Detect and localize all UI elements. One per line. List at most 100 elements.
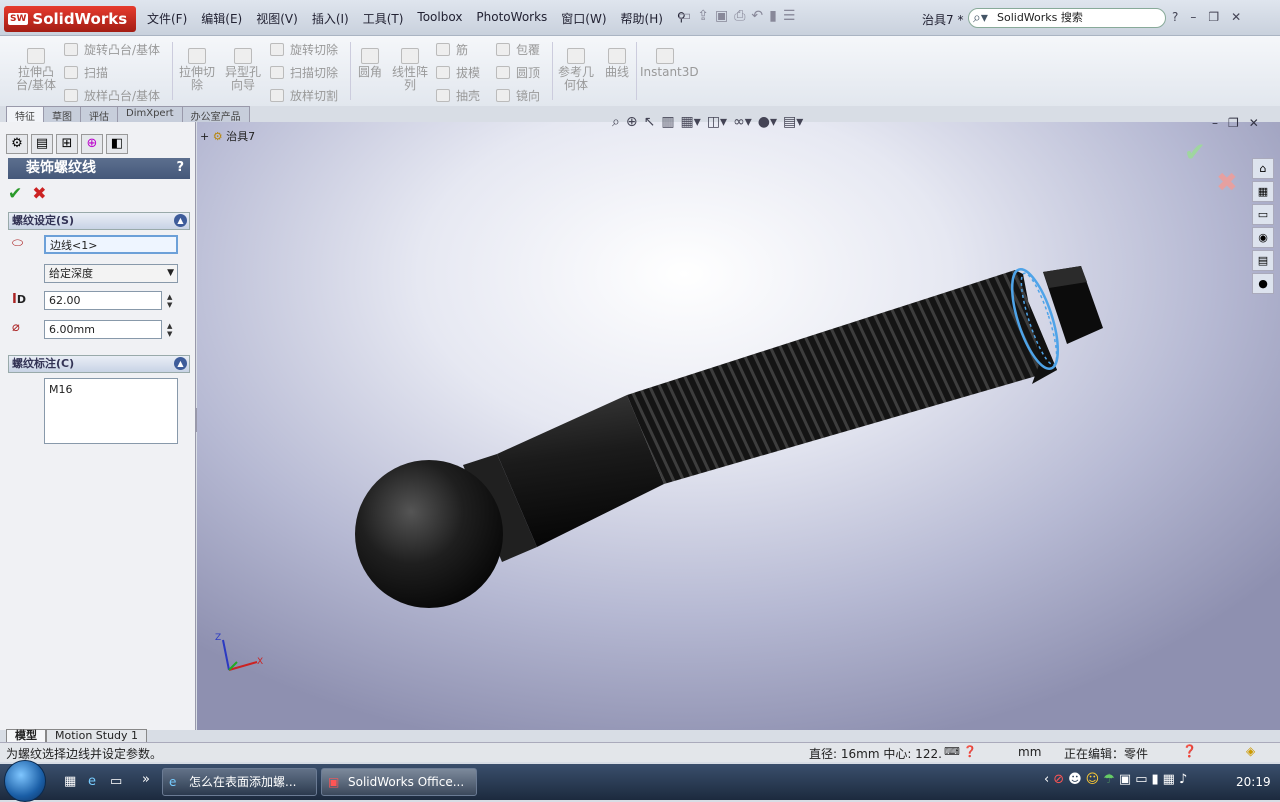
cancel-button[interactable]: ✖ bbox=[32, 184, 46, 204]
thread-settings-header[interactable]: 螺纹设定(S) ▲ bbox=[8, 212, 190, 230]
close-button[interactable]: ✕ bbox=[1231, 10, 1241, 24]
rib-button[interactable]: 筋 bbox=[436, 41, 468, 58]
dome-button[interactable]: 圆顶 bbox=[496, 64, 540, 81]
tray-qq-icon[interactable]: ☺ bbox=[1086, 772, 1100, 787]
save-icon[interactable]: ▣ bbox=[715, 8, 728, 24]
reference-geometry-button[interactable]: 参考几 何体 bbox=[556, 48, 596, 92]
status-tag-icon[interactable]: ◈ bbox=[1246, 744, 1255, 758]
restore-button[interactable]: ❐ bbox=[1208, 10, 1219, 24]
tray-network-icon[interactable]: ▣ bbox=[1119, 772, 1131, 787]
depth-spinner[interactable]: ▲ ▼ bbox=[167, 293, 172, 309]
draft-button[interactable]: 拔模 bbox=[436, 64, 480, 81]
revolve-cut-icon bbox=[270, 43, 284, 56]
logo-text: SolidWorks bbox=[32, 10, 128, 28]
curves-icon bbox=[608, 48, 626, 64]
quick-launch-show-desktop-icon[interactable]: ▦ bbox=[64, 774, 76, 789]
loft-boss-button[interactable]: 放样凸台/基体 bbox=[64, 87, 160, 104]
part-body[interactable] bbox=[355, 266, 1103, 608]
property-manager-tab-icon[interactable]: ▤ bbox=[31, 134, 53, 154]
edge-selection-box[interactable]: 边线<1> bbox=[44, 235, 178, 254]
sweep-button[interactable]: 扫描 bbox=[64, 64, 108, 81]
menu-help[interactable]: 帮助(H) bbox=[614, 10, 670, 27]
minimize-button[interactable]: – bbox=[1190, 10, 1196, 24]
chevron-down-icon[interactable]: ▼ bbox=[167, 265, 174, 282]
dimxpert-manager-tab-icon[interactable]: ⊕ bbox=[81, 134, 103, 154]
menu-edit[interactable]: 编辑(E) bbox=[194, 10, 249, 27]
sweep-cut-button[interactable]: 扫描切除 bbox=[270, 64, 338, 81]
tab-sketch[interactable]: 草图 bbox=[43, 106, 81, 123]
solidworks-logo[interactable]: SW SolidWorks bbox=[4, 6, 136, 32]
shell-button[interactable]: 抽壳 bbox=[436, 87, 480, 104]
extrude-boss-button[interactable]: 拉伸凸 台/基体 bbox=[14, 48, 58, 92]
options-icon[interactable]: ☰ bbox=[783, 8, 796, 24]
wrap-button[interactable]: 包覆 bbox=[496, 41, 540, 58]
feature-title: 装饰螺纹线 bbox=[26, 160, 96, 176]
print-icon[interactable]: ⎙ bbox=[734, 8, 745, 24]
menu-view[interactable]: 视图(V) bbox=[249, 10, 305, 27]
tray-battery-icon[interactable]: ▮ bbox=[1151, 772, 1158, 787]
quick-launch-more-icon[interactable]: » bbox=[142, 772, 150, 787]
rebuild-icon[interactable]: ▮ bbox=[769, 8, 777, 24]
depth-input[interactable]: 62.00 bbox=[44, 291, 162, 310]
undo-icon[interactable]: ↶ bbox=[751, 8, 763, 24]
tray-expand-icon[interactable]: ‹ bbox=[1044, 772, 1049, 787]
revolve-boss-button[interactable]: 旋转凸台/基体 bbox=[64, 41, 160, 58]
thread-callout-header[interactable]: 螺纹标注(C) ▲ bbox=[8, 355, 190, 373]
taskbar-item-solidworks[interactable]: ▣ SolidWorks Office... bbox=[321, 768, 477, 796]
ok-button[interactable]: ✔ bbox=[8, 184, 22, 204]
menu-photoworks[interactable]: PhotoWorks bbox=[469, 10, 554, 27]
start-button[interactable] bbox=[4, 760, 46, 802]
diameter-spinner[interactable]: ▲ ▼ bbox=[167, 322, 172, 338]
quick-launch-media-icon[interactable]: ▭ bbox=[110, 774, 122, 789]
collapse-icon[interactable]: ▲ bbox=[174, 357, 187, 370]
end-condition-select[interactable]: 给定深度 ▼ bbox=[44, 264, 178, 283]
diameter-input[interactable]: 6.00mm bbox=[44, 320, 162, 339]
hole-wizard-button[interactable]: 异型孔 向导 bbox=[222, 48, 264, 92]
revolve-cut-button[interactable]: 旋转切除 bbox=[270, 41, 338, 58]
thread-callout-textarea[interactable]: M16 bbox=[44, 378, 178, 444]
loft-cut-button[interactable]: 放样切割 bbox=[270, 87, 338, 104]
tray-monitor-icon[interactable]: ▭ bbox=[1135, 772, 1147, 787]
tray-volume-icon[interactable]: ♪ bbox=[1179, 772, 1187, 787]
display-manager-tab-icon[interactable]: ◧ bbox=[106, 134, 128, 154]
tab-motion-study[interactable]: Motion Study 1 bbox=[46, 729, 148, 743]
tray-display-icon[interactable]: ▦ bbox=[1163, 772, 1175, 787]
tab-model[interactable]: 模型 bbox=[6, 729, 46, 743]
tab-dimxpert[interactable]: DimXpert bbox=[117, 106, 183, 122]
reference-geometry-icon bbox=[567, 48, 585, 64]
taskbar-item-browser[interactable]: e 怎么在表面添加螺... bbox=[162, 768, 317, 796]
curves-button[interactable]: 曲线 bbox=[600, 48, 634, 79]
feature-manager-tab-icon[interactable]: ⚙ bbox=[6, 134, 28, 154]
open-icon[interactable]: ⇪ bbox=[697, 8, 709, 24]
status-toolbar-icons[interactable]: ⌨ ❓ bbox=[944, 745, 977, 758]
instant3d-button[interactable]: Instant3D bbox=[640, 48, 699, 79]
tab-features[interactable]: 特征 bbox=[6, 106, 44, 123]
menu-toolbox[interactable]: Toolbox bbox=[410, 10, 469, 27]
help-icon[interactable]: ? bbox=[176, 158, 184, 178]
search-input[interactable]: ⌕▾ SolidWorks 搜索 bbox=[968, 8, 1166, 28]
menu-insert[interactable]: 插入(I) bbox=[305, 10, 356, 27]
tab-office-products[interactable]: 办公室产品 bbox=[181, 106, 250, 123]
tray-app-icon[interactable]: ☂ bbox=[1103, 772, 1115, 787]
quick-launch-ie-icon[interactable]: e bbox=[88, 774, 96, 789]
tray-security-icon[interactable]: ⊘ bbox=[1053, 772, 1064, 787]
tab-evaluate[interactable]: 评估 bbox=[80, 106, 118, 123]
search-icon[interactable]: ⌕▾ bbox=[973, 9, 988, 27]
help-icon[interactable]: ? bbox=[1172, 10, 1178, 24]
menu-window[interactable]: 窗口(W) bbox=[554, 10, 613, 27]
help-icon[interactable]: ❓ bbox=[963, 745, 977, 758]
configuration-manager-tab-icon[interactable]: ⊞ bbox=[56, 134, 78, 154]
menu-file[interactable]: 文件(F) bbox=[140, 10, 194, 27]
collapse-icon[interactable]: ▲ bbox=[174, 214, 187, 227]
loft-cut-icon bbox=[270, 89, 284, 102]
new-document-icon[interactable]: ▭ bbox=[678, 8, 691, 24]
linear-pattern-button[interactable]: 线性阵 列 bbox=[390, 48, 430, 92]
tray-user-icon[interactable]: ☻ bbox=[1068, 772, 1082, 787]
model-graphics[interactable]: Z X bbox=[197, 122, 1280, 730]
menu-tools[interactable]: 工具(T) bbox=[356, 10, 411, 27]
clock[interactable]: 20:19 bbox=[1236, 775, 1271, 789]
mirror-button[interactable]: 镜向 bbox=[496, 87, 540, 104]
fillet-button[interactable]: 圆角 bbox=[354, 48, 386, 79]
extrude-cut-button[interactable]: 拉伸切 除 bbox=[176, 48, 218, 92]
status-help-icon[interactable]: ❓ bbox=[1182, 744, 1197, 758]
